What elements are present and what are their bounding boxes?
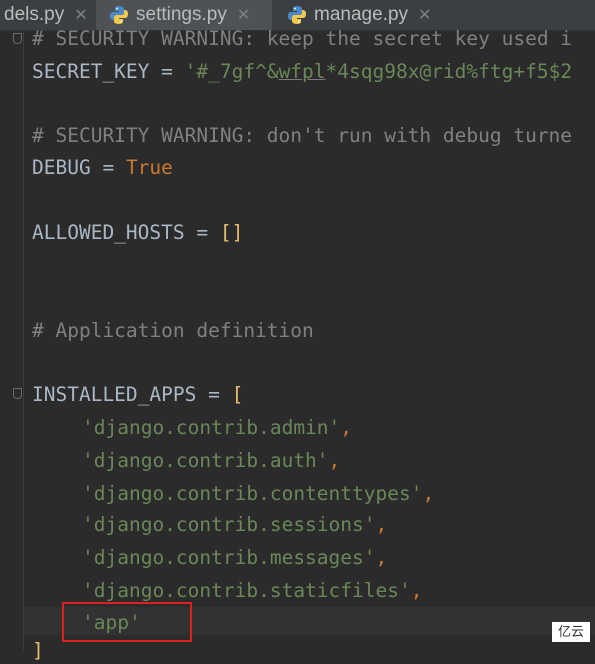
string-literal: *4sqg98x@rid%ftg+f5$2 [325, 60, 573, 83]
variable-name: SECRET_KEY [32, 60, 150, 83]
code-line-app-entry: 'django.contrib.sessions', [82, 512, 387, 538]
tab-label: dels.py [4, 4, 65, 25]
string-literal: 'django.contrib.admin' [82, 416, 341, 439]
comma: , [375, 546, 388, 569]
fold-marker-icon[interactable] [13, 33, 22, 44]
string-literal: 'django.contrib.messages' [82, 546, 376, 569]
close-tab-icon[interactable]: ✕ [74, 5, 87, 25]
string-literal: 'django.contrib.sessions' [82, 513, 376, 536]
list-literal: [] [219, 221, 244, 244]
close-tab-icon[interactable]: ✕ [237, 5, 250, 25]
string-literal: '#_7gf^& [184, 60, 279, 83]
string-literal: 'django.contrib.auth' [82, 449, 329, 472]
comma: , [340, 416, 353, 439]
assign-operator: = [149, 60, 185, 83]
open-bracket: [ [231, 383, 244, 406]
tab-label: settings.py [136, 4, 227, 25]
code-line-app-entry: 'django.contrib.contenttypes', [82, 481, 434, 507]
watermark-text: 亿云 [552, 622, 591, 642]
code-line-allowed-hosts: ALLOWED_HOSTS = [] [32, 220, 243, 246]
code-line-debug: DEBUG = True [32, 155, 173, 181]
gutter-divider [23, 31, 24, 650]
code-line-app-entry: 'django.contrib.auth', [82, 448, 340, 474]
variable-name: ALLOWED_HOSTS [32, 221, 185, 244]
code-line-app-entry: 'django.contrib.admin', [82, 415, 352, 441]
editor-gutter[interactable] [0, 31, 24, 650]
string-literal: 'django.contrib.contenttypes' [82, 482, 423, 505]
code-comment: # SECURITY WARNING: don't run with debug… [32, 124, 573, 147]
comma: , [328, 449, 341, 472]
python-file-icon [288, 6, 306, 24]
assign-operator: = [196, 383, 232, 406]
string-literal: wfpl [278, 60, 326, 83]
code-line-app-entry: 'django.contrib.messages', [82, 545, 387, 571]
assign-operator: = [184, 221, 220, 244]
variable-name: DEBUG [32, 156, 91, 179]
comma: , [410, 579, 423, 602]
code-line-installed-apps: INSTALLED_APPS = [ [32, 382, 243, 408]
code-comment: # Application definition [32, 319, 314, 342]
code-line-secret-key: SECRET_KEY = '#_7gf^&wfpl*4sqg98x@rid%ft… [32, 59, 572, 85]
comma: , [375, 513, 388, 536]
highlight-annotation-box [62, 602, 192, 642]
assign-operator: = [90, 156, 126, 179]
close-tab-icon[interactable]: ✕ [418, 5, 431, 25]
tab-label: manage.py [314, 4, 409, 25]
comma: , [422, 482, 435, 505]
keyword-literal: True [125, 156, 173, 179]
code-line-app-entry: 'django.contrib.staticfiles', [82, 578, 422, 604]
code-comment: # SECURITY WARNING: keep the secret key … [32, 27, 573, 50]
close-bracket: ] [32, 639, 44, 662]
variable-name: INSTALLED_APPS [32, 383, 197, 406]
string-literal: 'django.contrib.staticfiles' [82, 579, 411, 602]
python-file-icon [110, 6, 128, 24]
fold-marker-icon[interactable] [13, 388, 22, 399]
